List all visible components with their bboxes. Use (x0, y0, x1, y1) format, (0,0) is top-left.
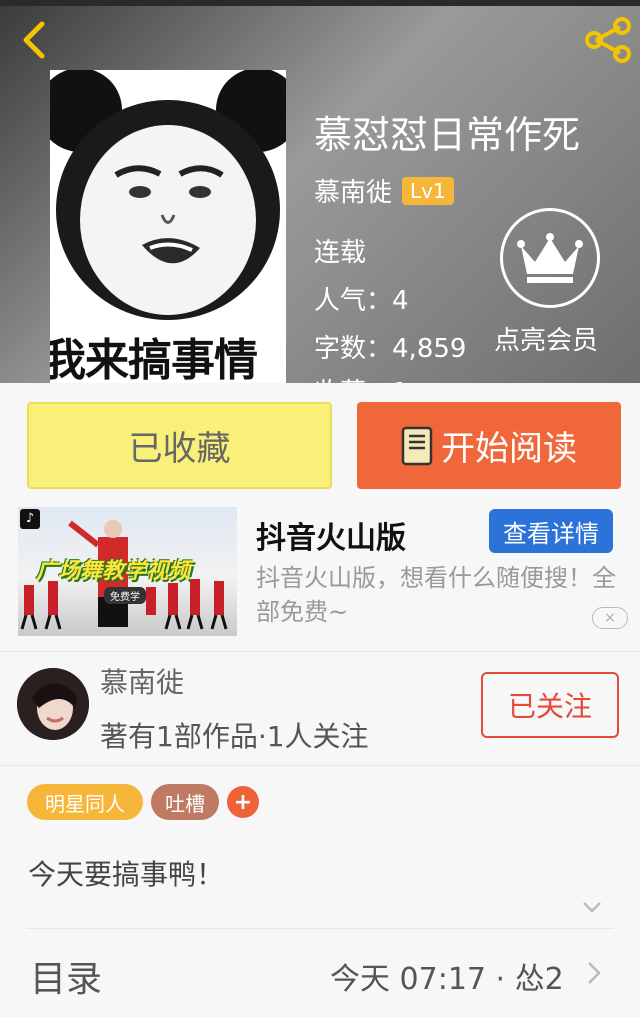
favorites-stat: 收藏：1 (314, 372, 409, 383)
chevron-down-icon[interactable] (580, 899, 604, 915)
tag-tucao[interactable]: 吐槽 (151, 784, 219, 820)
level-badge: Lv1 (402, 176, 454, 205)
word-count-value: 4,859 (392, 334, 467, 364)
avatar[interactable] (17, 668, 89, 740)
ad-description: 抖音火山版，想看什么随便搜！全部免费~ (256, 564, 616, 626)
content-card: 已收藏 开始阅读 ♪ 广场舞教学视频 免费学 抖音火山版 查看详情 抖音火山版，… (0, 383, 640, 1017)
book-icon (401, 426, 433, 465)
book-cover-image[interactable]: 我来搞事情 (50, 70, 286, 383)
author-row: 慕南徙 Lv1 (314, 172, 454, 209)
start-reading-button[interactable]: 开始阅读 (357, 402, 621, 489)
synopsis: 今天要搞事鸭！ (28, 858, 225, 891)
share-icon[interactable] (582, 16, 634, 64)
ad-image-banner: 广场舞教学视频 (36, 559, 191, 584)
add-tag-button[interactable]: + (227, 786, 259, 818)
table-of-contents-row[interactable]: 目录 今天 07:17 · 怂2 (0, 928, 640, 1017)
ad-close-icon[interactable]: × (592, 607, 628, 629)
back-arrow-icon[interactable] (14, 18, 58, 62)
toc-latest-update: 今天 07:17 · 怂2 (330, 962, 564, 997)
author-name[interactable]: 慕南徙 (314, 172, 392, 209)
vip-button[interactable] (500, 208, 600, 308)
author-stats: 著有1部作品·1人关注 (100, 720, 369, 753)
book-header: 我来搞事情 慕怼怼日常作死 慕南徙 Lv1 连载 人气：4 字数：4,859 收… (0, 0, 640, 383)
popularity-stat: 人气：4 (314, 280, 409, 317)
collected-button[interactable]: 已收藏 (27, 402, 332, 489)
ad-image[interactable]: ♪ 广场舞教学视频 免费学 (18, 507, 237, 636)
popularity-label: 人气： (314, 286, 393, 316)
crown-icon (517, 233, 583, 283)
popularity-value: 4 (392, 286, 409, 316)
ad-title[interactable]: 抖音火山版 (256, 513, 406, 557)
word-count-stat: 字数：4,859 (314, 328, 466, 365)
divider (0, 651, 640, 652)
tiktok-icon: ♪ (20, 509, 40, 529)
divider (0, 765, 640, 766)
tag-mingxing-tongren[interactable]: 明星同人 (27, 784, 143, 820)
author-card-name[interactable]: 慕南徙 (100, 661, 184, 701)
book-title: 慕怼怼日常作死 (314, 113, 581, 157)
toc-label: 目录 (30, 959, 103, 1000)
serial-status: 连载 (314, 238, 367, 268)
cover-caption: 我来搞事情 (50, 335, 258, 383)
ad-detail-button[interactable]: 查看详情 (489, 509, 613, 553)
follow-button[interactable]: 已关注 (481, 672, 619, 738)
start-reading-label: 开始阅读 (441, 429, 577, 469)
word-count-label: 字数： (314, 334, 393, 364)
ad-image-free-tag: 免费学 (104, 587, 146, 604)
vip-label[interactable]: 点亮会员 (494, 320, 598, 357)
chevron-right-icon (588, 962, 601, 984)
